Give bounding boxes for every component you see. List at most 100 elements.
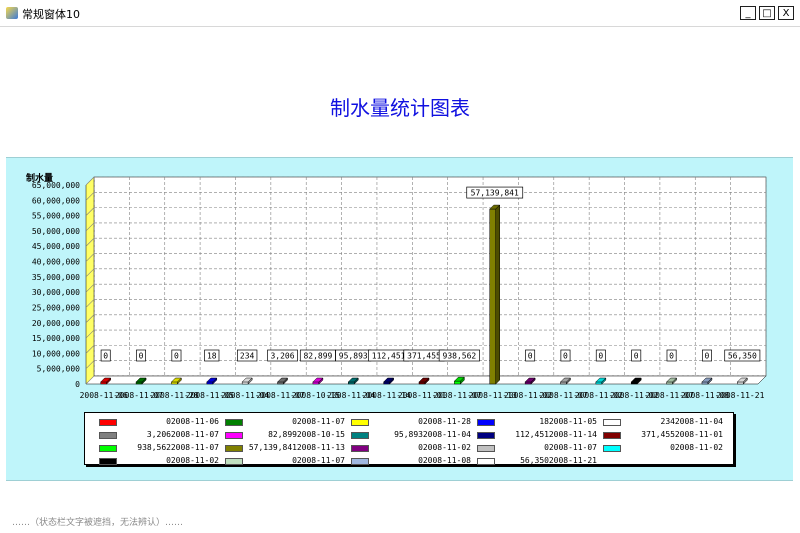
data-label: 3,206 <box>270 352 294 361</box>
status-text: ……（状态栏文字被遮挡，无法辨认）…… <box>12 518 184 528</box>
data-label: 0 <box>705 352 710 361</box>
legend-swatch <box>477 432 495 439</box>
legend-swatch <box>477 445 495 452</box>
legend-item: 56,350 2008-11-21 <box>477 456 597 468</box>
legend-item: 82,899 2008-10-15 <box>225 430 345 442</box>
legend-item: 938,562 2008-11-07 <box>99 443 219 455</box>
legend-item: 0 2008-11-07 <box>477 443 597 455</box>
bar <box>701 381 709 385</box>
legend-item: 0 2008-11-06 <box>99 417 219 429</box>
legend-value: 3,206 <box>146 430 171 439</box>
legend-swatch <box>225 445 243 452</box>
y-tick-label: 5,000,000 <box>37 365 81 374</box>
data-label: 82,899 <box>303 352 332 361</box>
legend-value: 57,139,841 <box>248 443 297 452</box>
legend-date: 2008-11-06 <box>170 417 219 426</box>
legend-date: 2008-11-05 <box>548 417 597 426</box>
data-label: 234 <box>240 352 255 361</box>
maximize-button[interactable]: □ <box>759 6 775 20</box>
minimize-button[interactable]: _ <box>740 6 756 20</box>
legend-date: 2008-11-07 <box>296 456 345 465</box>
legend-date: 2008-11-07 <box>170 443 219 452</box>
legend-item: 0 2008-11-02 <box>603 443 723 455</box>
x-tick-label: 2008-11-21 <box>716 391 764 400</box>
bar <box>666 381 673 385</box>
legend-value: 234 <box>660 417 675 426</box>
bar <box>630 381 638 385</box>
bar <box>418 381 426 385</box>
legend-swatch <box>477 458 495 465</box>
legend-item: 18 2008-11-05 <box>477 417 597 429</box>
legend-date: 2008-11-13 <box>296 443 345 452</box>
bar <box>524 381 532 385</box>
bar <box>595 381 603 385</box>
bar <box>454 380 461 385</box>
y-tick-label: 55,000,000 <box>32 212 80 221</box>
legend-item: 0 2008-11-07 <box>225 456 345 468</box>
y-tick-label: 50,000,000 <box>32 227 80 236</box>
legend-date: 2008-10-15 <box>296 430 345 439</box>
legend-swatch <box>351 432 369 439</box>
data-label: 57,139,841 <box>471 189 519 198</box>
legend-item: 0 2008-11-07 <box>225 417 345 429</box>
data-label: 0 <box>598 352 603 361</box>
legend-value: 56,350 <box>520 456 549 465</box>
bar <box>241 381 249 385</box>
legend-date: 2008-11-07 <box>296 417 345 426</box>
status-bar: ……（状态栏文字被遮挡，无法辨认）…… <box>0 513 800 533</box>
legend-date: 2008-11-02 <box>674 443 723 452</box>
data-label: 0 <box>103 352 108 361</box>
legend-item: 3,206 2008-11-07 <box>99 430 219 442</box>
legend-swatch <box>477 419 495 426</box>
legend-swatch <box>99 445 117 452</box>
y-tick-label: 45,000,000 <box>32 242 80 251</box>
bar <box>312 381 320 385</box>
legend-value: 371,455 <box>641 430 675 439</box>
data-label: 0 <box>669 352 674 361</box>
data-label: 0 <box>174 352 179 361</box>
y-tick-label: 25,000,000 <box>32 303 80 312</box>
y-tick-label: 0 <box>75 380 80 389</box>
data-label: 0 <box>528 352 533 361</box>
bar <box>206 381 214 385</box>
legend-item: 112,451 2008-11-14 <box>477 430 597 442</box>
chart-panel: 0 5,000,000 10,000,000 15,000,000 20,000,000… <box>6 157 793 481</box>
y-tick-label: 30,000,000 <box>32 288 80 297</box>
legend-value: 18 <box>539 417 549 426</box>
window-title: 常规窗体10 <box>22 8 80 21</box>
legend-swatch <box>99 432 117 439</box>
legend-date: 2008-11-07 <box>548 443 597 452</box>
legend-swatch <box>351 458 369 465</box>
y-axis-title: 制水量 <box>26 172 53 184</box>
legend-item: 57,139,841 2008-11-13 <box>225 443 345 455</box>
window-controls: _ □ X <box>737 6 794 20</box>
legend-item: 234 2008-11-04 <box>603 417 723 429</box>
legend-swatch <box>603 432 621 439</box>
legend-swatch <box>225 419 243 426</box>
legend-date: 2008-11-01 <box>674 430 723 439</box>
legend-date: 2008-11-04 <box>422 430 471 439</box>
bar <box>560 381 567 385</box>
legend-swatch <box>225 458 243 465</box>
legend-date: 2008-11-08 <box>422 456 471 465</box>
title-bar: 常规窗体10 _ □ X <box>0 0 800 27</box>
bar <box>383 381 390 385</box>
bar <box>737 381 744 385</box>
data-label: 0 <box>634 352 639 361</box>
data-label: 0 <box>563 352 568 361</box>
legend-date: 2008-11-02 <box>422 443 471 452</box>
y-tick-label: 20,000,000 <box>32 319 80 328</box>
legend-date: 2008-11-07 <box>170 430 219 439</box>
legend-value: 938,562 <box>137 443 171 452</box>
plot-left-wall <box>85 176 95 385</box>
bar <box>277 381 284 385</box>
bar <box>489 208 496 385</box>
legend-item: 0 2008-11-28 <box>351 417 471 429</box>
bar-side <box>495 204 500 385</box>
bar <box>135 381 143 385</box>
legend-item: 95,893 2008-11-04 <box>351 430 471 442</box>
close-button[interactable]: X <box>778 6 794 20</box>
data-label: 112,451 <box>372 352 406 361</box>
plot-back-wall <box>93 176 767 377</box>
chart-legend: 0 2008-11-06 0 2008-11-07 0 2008-11-28 18 2008-… <box>84 412 734 465</box>
